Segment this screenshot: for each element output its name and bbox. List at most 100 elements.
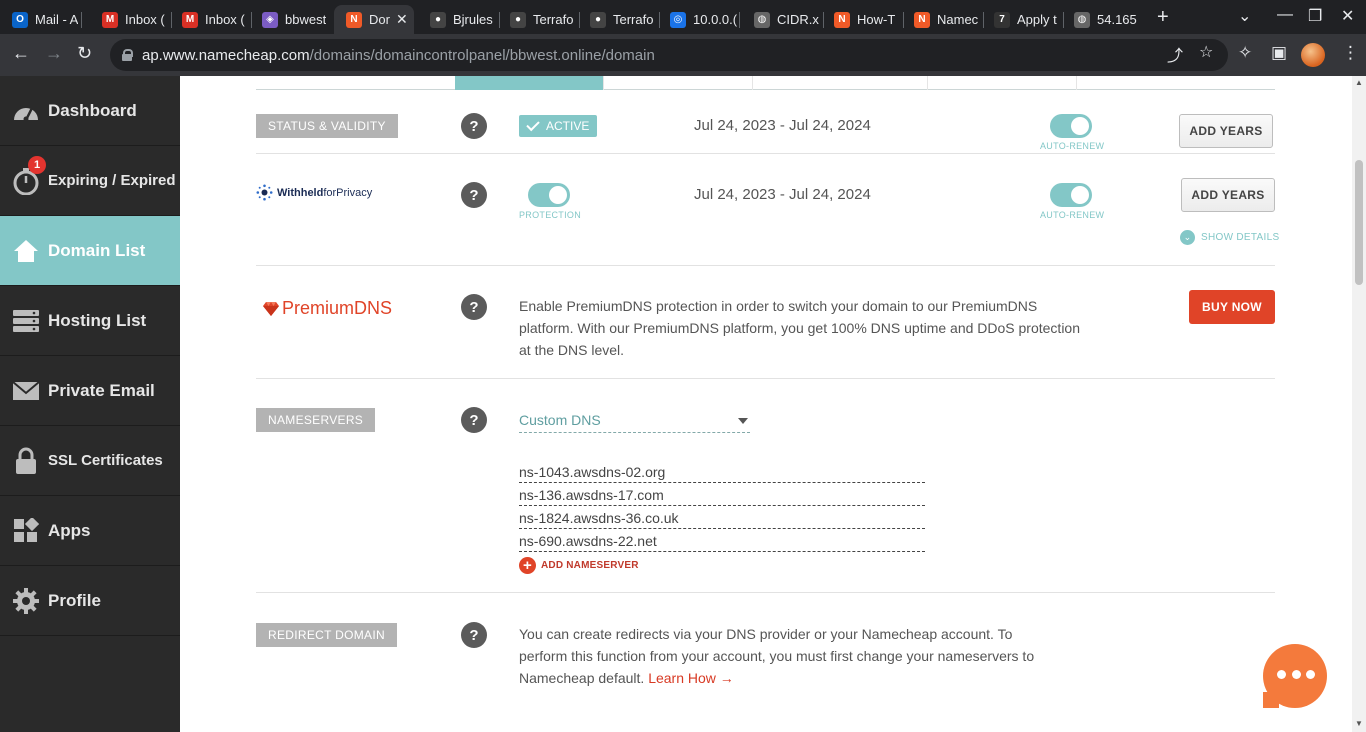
redirect-line-1: You can create redirects via your DNS pr… xyxy=(519,626,1013,642)
nameservers-help-icon[interactable]: ? xyxy=(461,407,487,433)
share-icon[interactable]: ⤴ xyxy=(1167,42,1183,66)
sidebar: Dashboard Expiring / Expired 1 Domain List H… xyxy=(0,76,189,732)
browser-tab-title: 10.0.0.( xyxy=(693,12,738,27)
github-icon: ● xyxy=(510,11,526,28)
sidebar-item-private-email[interactable]: Private Email xyxy=(0,356,180,426)
nameserver-input-1[interactable]: ns-1043.awsdns-02.org xyxy=(519,461,925,483)
add-nameserver-text: ADD NAMESERVER xyxy=(541,560,639,571)
restore-icon[interactable]: ❐ xyxy=(1308,6,1322,26)
nameserver-input-4[interactable]: ns-690.awsdns-22.net xyxy=(519,530,925,552)
browser-tab[interactable]: N Namec xyxy=(902,5,984,34)
privacy-autorenew-label: AUTO-RENEW xyxy=(1040,210,1105,220)
premiumdns-line-1: Enable PremiumDNS protection in order to… xyxy=(519,298,1038,314)
forward-icon[interactable]: → xyxy=(45,43,63,64)
sidebar-item-domain-list[interactable]: Domain List xyxy=(0,216,189,286)
reload-icon[interactable]: ↻ xyxy=(77,43,92,64)
privacy-logo-icon xyxy=(256,184,273,201)
back-icon[interactable]: ← xyxy=(12,43,30,64)
minimize-icon[interactable]: — xyxy=(1277,6,1293,24)
scroll-thumb[interactable] xyxy=(1355,160,1363,285)
nameserver-input-3[interactable]: ns-1824.awsdns-36.co.uk xyxy=(519,507,925,529)
extensions-icon[interactable]: ✧ xyxy=(1238,43,1252,63)
section-tabs xyxy=(256,76,1275,90)
redirect-help-icon[interactable]: ? xyxy=(461,622,487,648)
location-icon: ◎ xyxy=(670,11,686,28)
browser-tab[interactable]: N Dor ✕ xyxy=(334,5,414,34)
browser-toolbar: ← → ↻ ap.www.namecheap.com/domains/domai… xyxy=(0,34,1366,76)
dns-type-select[interactable]: Custom DNS xyxy=(519,407,750,433)
tab-separator xyxy=(81,12,82,28)
address-bar[interactable]: ap.www.namecheap.com/domains/domaincontr… xyxy=(110,39,1228,71)
browser-tab[interactable]: M Inbox ( xyxy=(170,5,252,34)
profile-avatar[interactable] xyxy=(1301,43,1325,67)
privacy-protection-toggle[interactable] xyxy=(528,183,570,207)
gear-icon xyxy=(12,587,40,615)
learn-how-link[interactable]: Learn How → xyxy=(648,670,734,686)
divider xyxy=(256,265,1275,266)
page-scrollbar[interactable]: ▲ ▼ xyxy=(1352,76,1366,732)
zapier-icon: 7 xyxy=(994,11,1010,28)
browser-tab[interactable]: ◎ 10.0.0.( xyxy=(658,5,740,34)
namecheap-icon: N xyxy=(914,11,930,28)
browser-tab[interactable]: ◍ CIDR.x xyxy=(742,5,824,34)
premiumdns-description: Enable PremiumDNS protection in order to… xyxy=(519,295,1139,361)
sidebar-item-label: Hosting List xyxy=(48,310,147,330)
redirect-line-3: Namecheap default. xyxy=(519,670,645,686)
show-details-text: SHOW DETAILS xyxy=(1201,232,1280,243)
section-tab-active[interactable] xyxy=(455,76,603,90)
browser-tab-title: Mail - A xyxy=(35,12,79,27)
browser-tab-title: CIDR.x xyxy=(777,12,819,27)
privacy-autorenew-toggle[interactable] xyxy=(1050,183,1092,207)
close-window-icon[interactable]: ✕ xyxy=(1341,6,1354,26)
check-icon xyxy=(526,117,540,131)
browser-tab-title: bbwest xyxy=(285,12,327,27)
sidebar-item-profile[interactable]: Profile xyxy=(0,566,180,636)
status-help-icon[interactable]: ? xyxy=(461,113,487,139)
privacy-logo-bold: Withheld xyxy=(277,186,324,199)
premiumdns-help-icon[interactable]: ? xyxy=(461,294,487,320)
add-nameserver-button[interactable]: + ADD NAMESERVER xyxy=(519,557,639,574)
buy-now-button[interactable]: BUY NOW xyxy=(1189,290,1275,324)
sidebar-item-hosting-list[interactable]: Hosting List xyxy=(0,286,180,356)
sidebar-item-label: Expiring / Expired xyxy=(48,172,176,189)
nameserver-input-2[interactable]: ns-136.awsdns-17.com xyxy=(519,484,925,506)
url-host: ap.www.namecheap.com xyxy=(142,46,310,64)
premiumdns-logo-text: PremiumDNS xyxy=(282,298,393,318)
bookmark-star-icon[interactable]: ☆ xyxy=(1199,42,1213,62)
redirect-description: You can create redirects via your DNS pr… xyxy=(519,623,1139,689)
browser-tab[interactable]: O Mail - A xyxy=(0,5,82,34)
browser-tab[interactable]: N How-T xyxy=(822,5,904,34)
scroll-down-icon[interactable]: ▼ xyxy=(1355,719,1363,728)
chat-bubble-icon[interactable] xyxy=(1277,670,1315,682)
lock-icon[interactable] xyxy=(122,49,133,61)
privacy-add-years-button[interactable]: ADD YEARS xyxy=(1181,178,1275,212)
chevron-down-icon: ⌄ xyxy=(1180,230,1195,245)
browser-tab[interactable]: ◈ bbwest xyxy=(250,5,332,34)
divider xyxy=(256,378,1275,379)
server-icon xyxy=(12,307,40,335)
domain-add-years-button[interactable]: ADD YEARS xyxy=(1179,114,1273,148)
sidebar-item-ssl-certificates[interactable]: SSL Certificates xyxy=(0,426,180,496)
tab-search-icon[interactable]: ⌄ xyxy=(1238,6,1251,26)
show-details-link[interactable]: ⌄ SHOW DETAILS xyxy=(1180,230,1279,245)
speedometer-icon xyxy=(12,97,40,125)
new-tab-button[interactable]: + xyxy=(1157,6,1169,29)
browser-tab[interactable]: M Inbox ( xyxy=(90,5,172,34)
close-tab-icon[interactable]: ✕ xyxy=(396,11,408,28)
sidebar-item-apps[interactable]: Apps xyxy=(0,496,180,566)
sidebar-item-expiring-expired[interactable]: Expiring / Expired 1 xyxy=(0,146,180,216)
browser-tab[interactable]: ● Terrafo xyxy=(498,5,580,34)
browser-tab[interactable]: ◍ 54.165 xyxy=(1062,5,1144,34)
browser-tab[interactable]: ● Terrafo xyxy=(578,5,660,34)
menu-kebab-icon[interactable]: ⋮ xyxy=(1342,43,1359,63)
envelope-icon xyxy=(12,377,40,405)
premiumdns-logo: PremiumDNS xyxy=(263,298,392,319)
sidebar-item-dashboard[interactable]: Dashboard xyxy=(0,76,180,146)
globe-icon: ◍ xyxy=(754,11,770,28)
browser-tab[interactable]: 7 Apply t xyxy=(982,5,1064,34)
browser-tab[interactable]: ● Bjrules xyxy=(418,5,500,34)
domain-autorenew-toggle[interactable] xyxy=(1050,114,1092,138)
side-panel-icon[interactable]: ▣ xyxy=(1271,43,1287,63)
scroll-up-icon[interactable]: ▲ xyxy=(1355,78,1363,87)
privacy-help-icon[interactable]: ? xyxy=(461,182,487,208)
